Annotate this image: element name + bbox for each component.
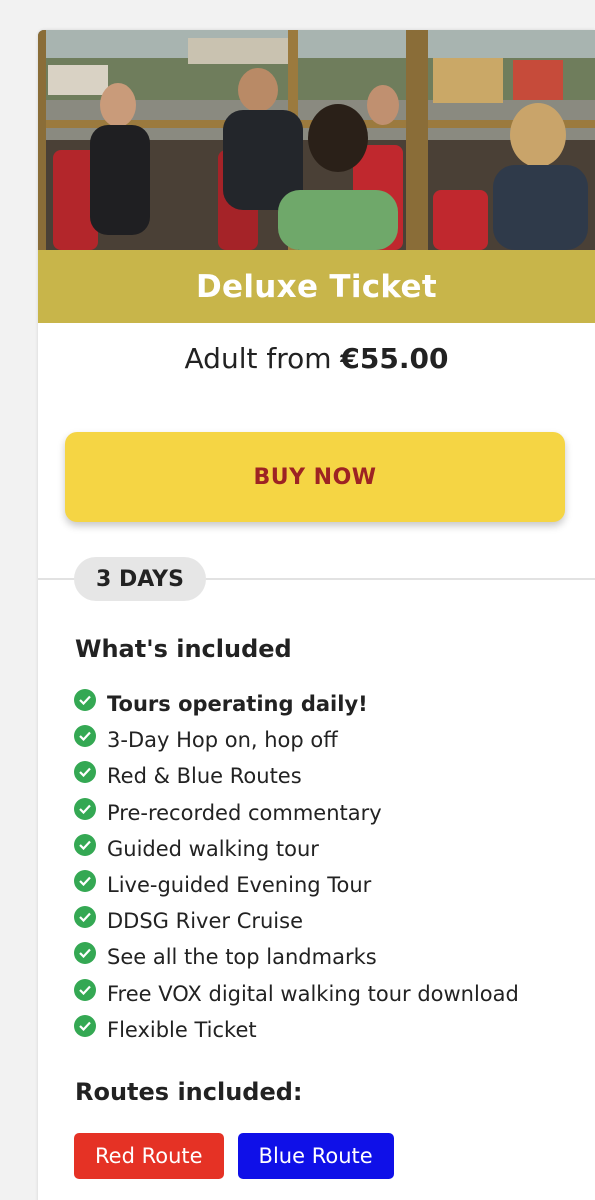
price-value: €55.00 [340,342,449,375]
feature-text: Live-guided Evening Tour [107,873,372,898]
red-route-tag[interactable]: Red Route [74,1133,224,1179]
hero-photo [38,30,595,250]
list-item: Free VOX digital walking tour download [74,976,519,1012]
check-circle-icon [74,978,96,1001]
feature-text: Flexible Ticket [107,1017,257,1042]
check-circle-icon [74,906,96,929]
list-item: Pre-recorded commentary [74,795,519,831]
list-item: Flexible Ticket [74,1012,519,1048]
feature-text: Pre-recorded commentary [107,800,382,825]
duration-badge: 3 DAYS [74,557,206,601]
check-circle-icon [74,725,96,748]
feature-text: Guided walking tour [107,836,319,861]
price-line: Adult from €55.00 [38,342,595,375]
feature-text: Free VOX digital walking tour download [107,981,519,1006]
list-item: DDSG River Cruise [74,903,519,939]
route-tags: Red Route Blue Route [74,1133,394,1179]
feature-text: See all the top landmarks [107,945,377,970]
list-item: Live-guided Evening Tour [74,867,519,903]
check-circle-icon [74,797,96,820]
included-heading: What's included [75,635,292,663]
check-circle-icon [74,689,96,712]
list-item: Tours operating daily! [74,686,519,722]
list-item: Red & Blue Routes [74,758,519,794]
included-list: Tours operating daily! 3-Day Hop on, hop… [74,686,519,1048]
check-circle-icon [74,1014,96,1037]
check-circle-icon [74,942,96,965]
list-item: See all the top landmarks [74,939,519,975]
routes-heading: Routes included: [75,1078,303,1106]
buy-now-button[interactable]: BUY NOW [65,432,565,522]
ticket-card: Deluxe Ticket Adult from €55.00 BUY NOW … [38,30,595,1200]
check-circle-icon [74,870,96,893]
feature-text: DDSG River Cruise [107,909,304,934]
list-item: Guided walking tour [74,831,519,867]
ticket-title: Deluxe Ticket [196,268,437,305]
ticket-title-band: Deluxe Ticket [38,250,595,323]
feature-text: Red & Blue Routes [107,764,302,789]
feature-text: 3-Day Hop on, hop off [107,728,338,753]
price-prefix: Adult from [184,342,332,375]
feature-text: Tours operating daily! [107,692,368,717]
check-circle-icon [74,761,96,784]
blue-route-tag[interactable]: Blue Route [237,1133,394,1179]
check-circle-icon [74,833,96,856]
list-item: 3-Day Hop on, hop off [74,722,519,758]
